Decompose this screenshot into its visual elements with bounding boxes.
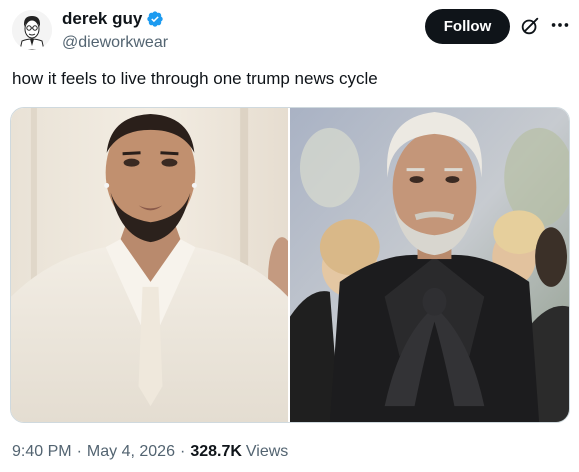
tweet-text: how it feels to live through one trump n… [12, 69, 378, 88]
tweet-time[interactable]: 9:40 PM [12, 443, 72, 461]
tweet-meta: 9:40 PM · May 4, 2026 · 328.7K Views [12, 443, 288, 461]
photo-older-man-black-bow[interactable] [290, 108, 569, 422]
more-icon[interactable] [549, 14, 571, 36]
tweet-date[interactable]: May 4, 2026 [87, 443, 175, 461]
display-name[interactable]: derek guy [62, 9, 142, 29]
tweet-media[interactable] [10, 107, 570, 423]
views-label: Views [245, 443, 289, 460]
views-count: 328.7K [190, 443, 242, 460]
photo-young-man-white-suit[interactable] [11, 108, 288, 422]
avatar[interactable] [12, 10, 52, 50]
meta-separator: · [76, 443, 82, 460]
verified-badge-icon [147, 11, 163, 27]
author-handle[interactable]: @dieworkwear [62, 34, 168, 52]
author-name-row[interactable]: derek guy [62, 9, 164, 29]
meta-separator: · [179, 443, 186, 460]
follow-button[interactable]: Follow [425, 9, 510, 44]
grok-icon[interactable] [519, 15, 541, 37]
